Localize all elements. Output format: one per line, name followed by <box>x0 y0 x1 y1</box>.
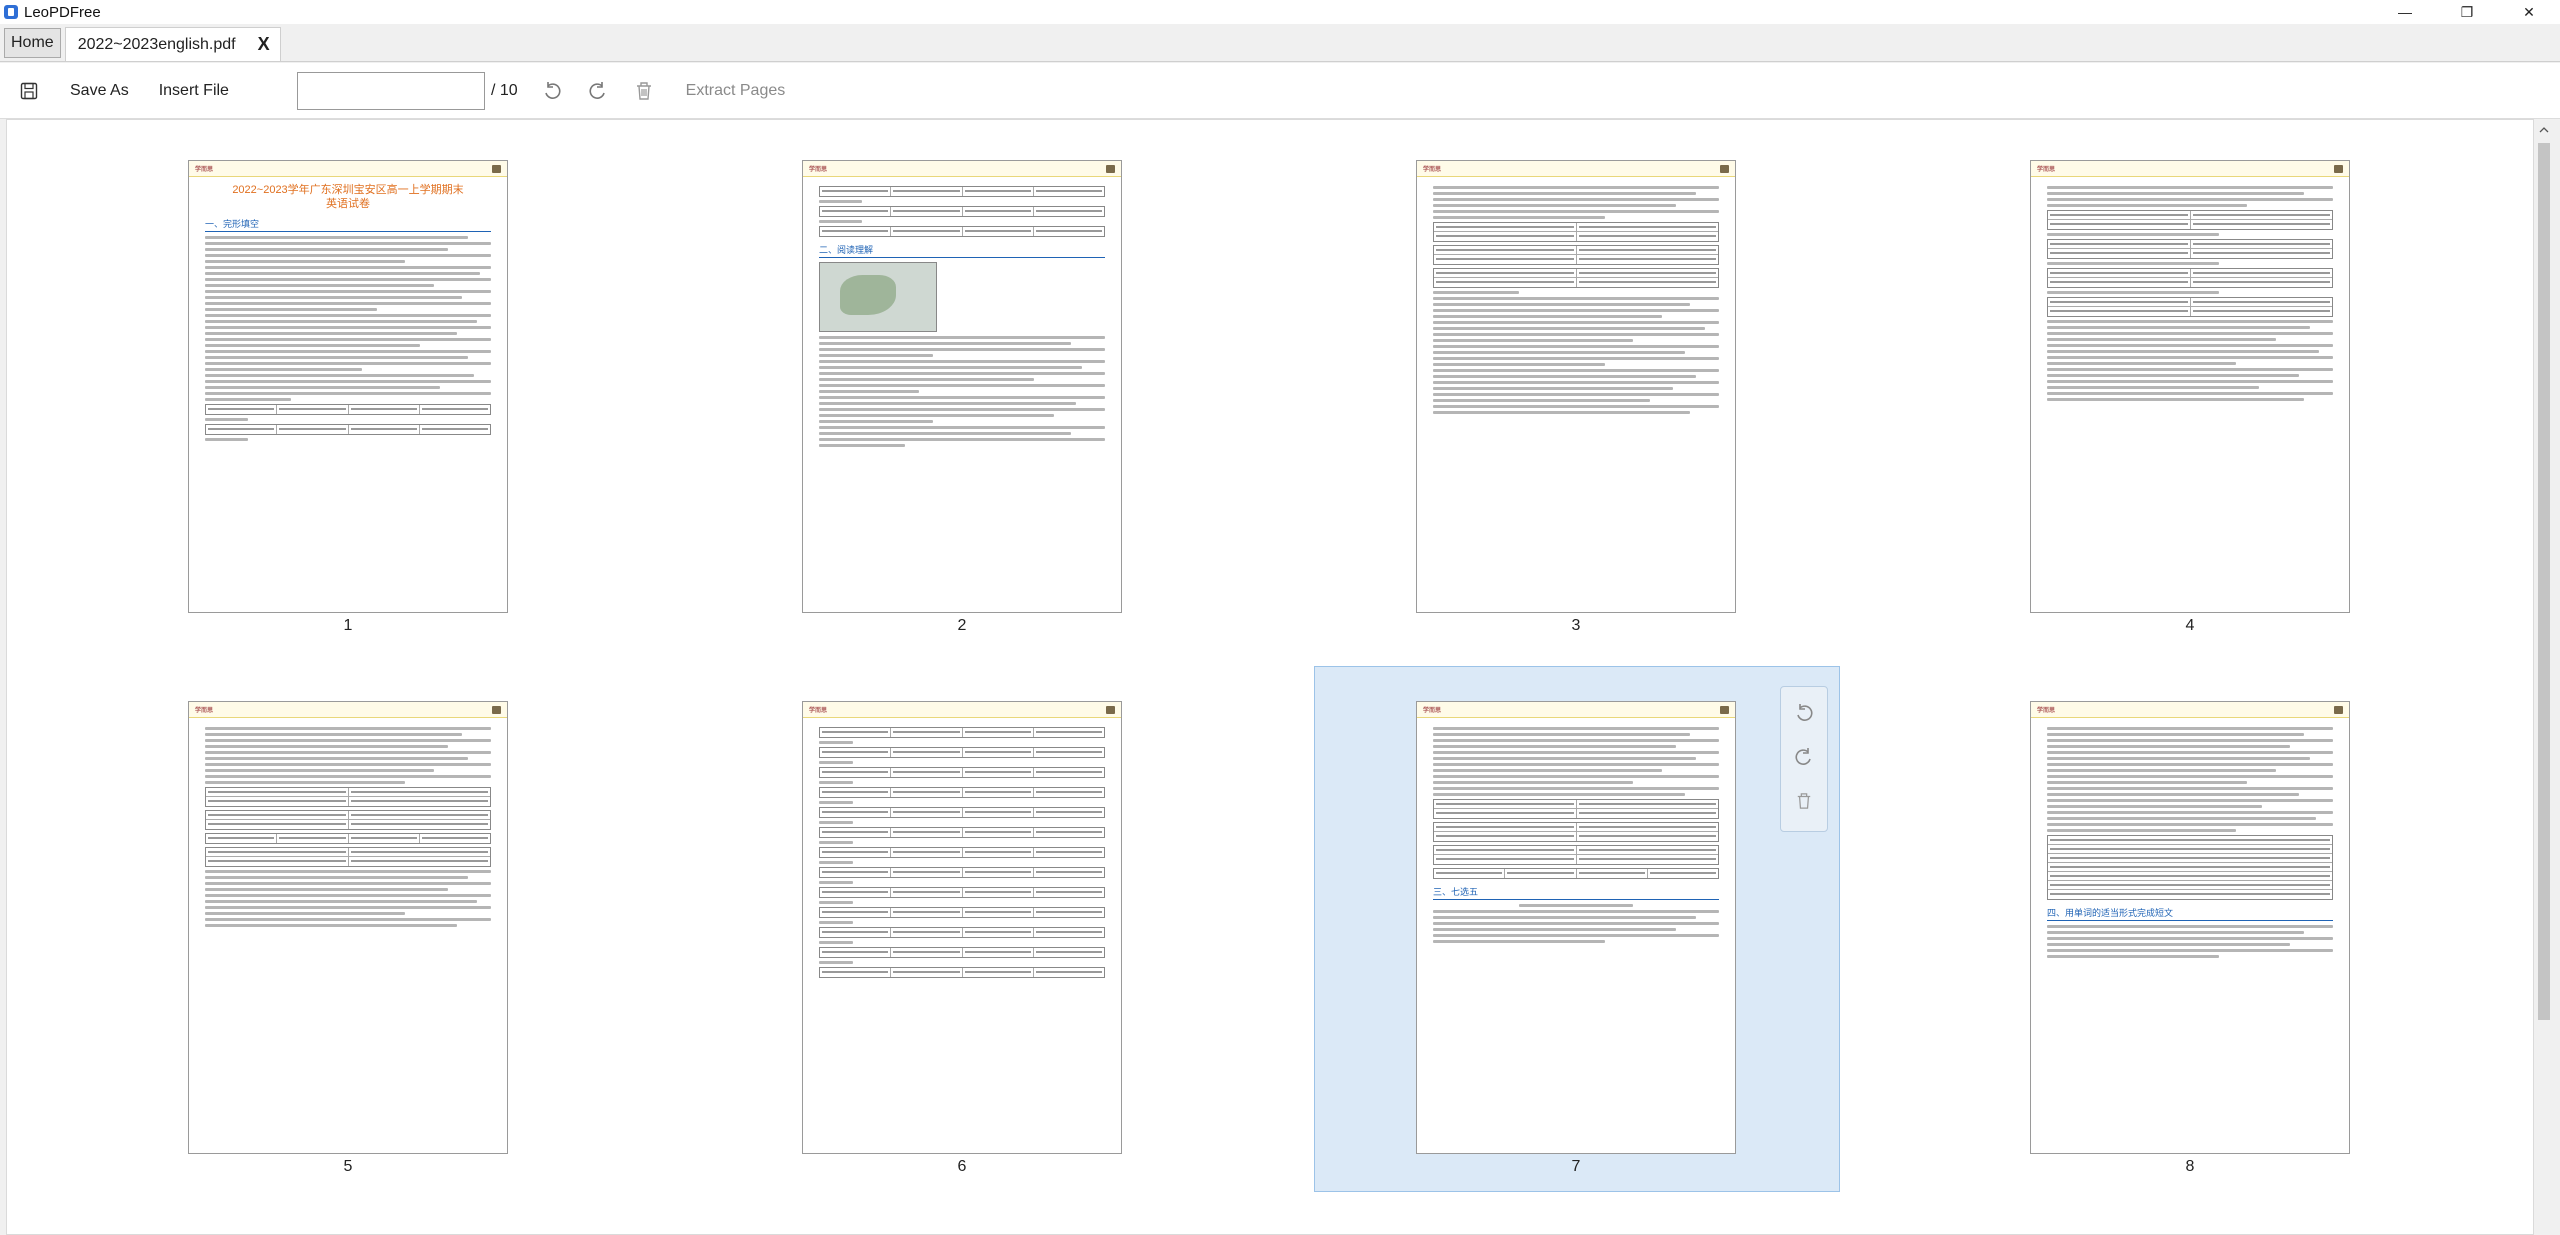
page-total: / 10 <box>490 81 518 99</box>
page-2-section-heading: 二、阅读理解 <box>819 243 1105 258</box>
header-emblem-icon <box>1106 705 1115 714</box>
page-thumbnail-2[interactable]: 学而思 二、阅读理解 <box>802 160 1122 613</box>
header-brand-logo: 学而思 <box>195 167 214 173</box>
tab-bar: Home 2022~2023english.pdf X <box>0 24 2560 62</box>
rotate-right-icon[interactable] <box>1794 747 1814 772</box>
maximize-button[interactable]: ❐ <box>2436 0 2498 24</box>
page-thumbnail-4[interactable]: 学而思 <box>2030 160 2350 613</box>
page-label: 1 <box>343 617 353 634</box>
page-thumbnail-6[interactable]: 学而思 <box>802 701 1122 1154</box>
scroll-thumb[interactable] <box>2538 143 2550 1020</box>
delete-icon[interactable] <box>632 79 656 103</box>
rotate-left-icon[interactable] <box>540 79 564 103</box>
vertical-scrollbar[interactable] <box>2534 119 2554 1235</box>
app-title: LeoPDFree <box>24 3 101 21</box>
app-logo-icon <box>4 5 18 19</box>
page-label: 4 <box>2185 617 2195 634</box>
header-emblem-icon <box>492 705 501 714</box>
close-window-button[interactable]: ✕ <box>2498 0 2560 24</box>
insert-file-button[interactable]: Insert File <box>159 82 229 100</box>
page-1-section-heading: 一、完形填空 <box>205 217 491 232</box>
tab-document[interactable]: 2022~2023english.pdf X <box>64 27 281 61</box>
page-thumbnail-3[interactable]: 学而思 <box>1416 160 1736 613</box>
header-emblem-icon <box>1720 705 1729 714</box>
header-emblem-icon <box>1106 164 1115 173</box>
header-emblem-icon <box>1720 164 1729 173</box>
page-thumbnail-1[interactable]: 学而思 2022~2023学年广东深圳宝安区高一上学期期末 英语试卷 一、完形填… <box>188 160 508 613</box>
map-image <box>819 262 937 332</box>
page-number-input[interactable] <box>296 71 485 110</box>
page-label: 3 <box>1571 617 1581 634</box>
page-1-title-line1: 2022~2023学年广东深圳宝安区高一上学期期末 <box>232 184 464 196</box>
tab-home[interactable]: Home <box>4 28 61 58</box>
minimize-button[interactable]: — <box>2374 0 2436 24</box>
page-label: 7 <box>1571 1158 1581 1175</box>
toolbar: Save As Insert File / 10 Extract Pages <box>0 63 2560 119</box>
page-thumbnail-7[interactable]: 学而思 三、七选五 <box>1416 701 1736 1154</box>
page-thumbnail-8[interactable]: 学而思 四、用单词的适当形式完成短文 <box>2030 701 2350 1154</box>
page-8-section-heading: 四、用单词的适当形式完成短文 <box>2047 906 2333 921</box>
header-emblem-icon <box>492 164 501 173</box>
page-thumbnail-5[interactable]: 学而思 <box>188 701 508 1154</box>
rotate-right-icon[interactable] <box>586 79 610 103</box>
tab-document-label: 2022~2023english.pdf <box>77 35 236 53</box>
save-icon[interactable] <box>18 80 40 102</box>
save-as-button[interactable]: Save As <box>70 82 129 100</box>
title-bar: LeoPDFree — ❐ ✕ <box>0 0 2560 24</box>
page-label: 5 <box>343 1158 353 1175</box>
page-label: 8 <box>2185 1158 2195 1175</box>
extract-pages-button[interactable]: Extract Pages <box>686 82 786 100</box>
page-label: 6 <box>957 1158 967 1175</box>
header-emblem-icon <box>2334 164 2343 173</box>
tab-close-button[interactable]: X <box>258 34 270 55</box>
header-emblem-icon <box>2334 705 2343 714</box>
window-controls: — ❐ ✕ <box>2374 0 2560 24</box>
page-1-title-line2: 英语试卷 <box>326 198 370 210</box>
scroll-up-icon[interactable] <box>2534 119 2554 141</box>
page-actions-panel <box>1780 686 1828 832</box>
page-header: 学而思 <box>189 161 507 177</box>
page-label: 2 <box>957 617 967 634</box>
rotate-left-icon[interactable] <box>1794 703 1814 728</box>
page-7-section-heading: 三、七选五 <box>1433 885 1719 900</box>
delete-icon[interactable] <box>1796 792 1812 815</box>
